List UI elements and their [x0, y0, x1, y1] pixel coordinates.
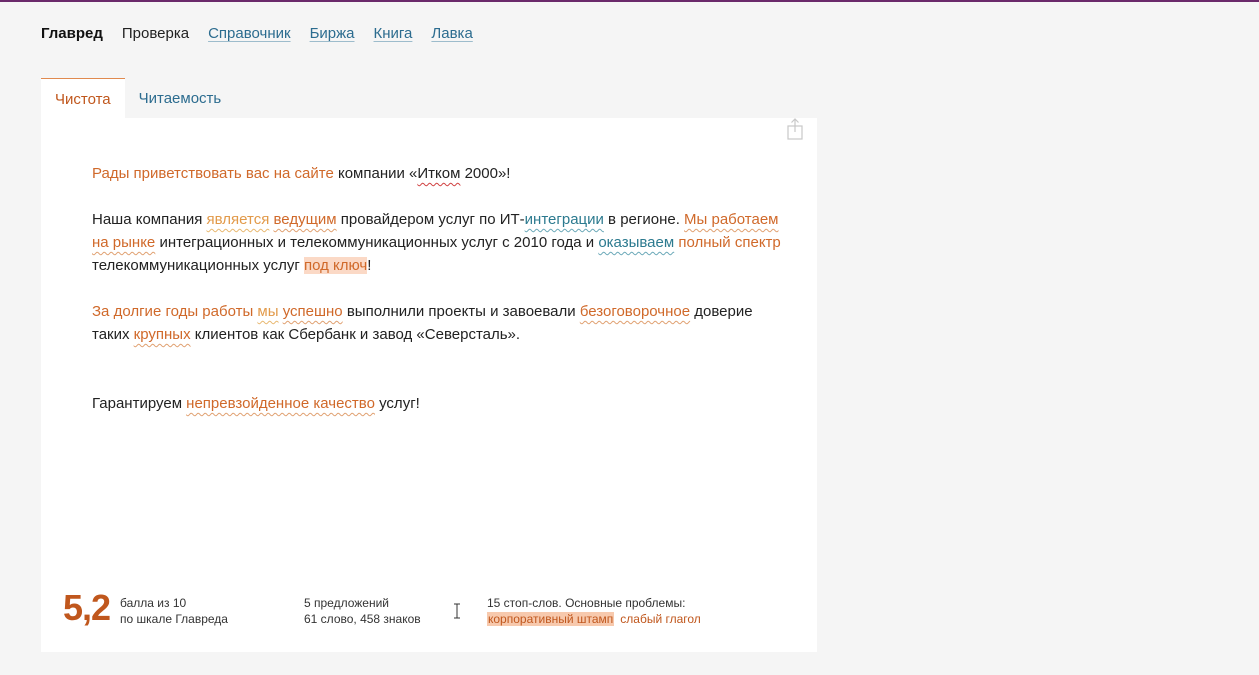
score-caption-line2: по шкале Главреда [120, 612, 228, 626]
spelling-flag[interactable]: Итком [417, 165, 460, 182]
text-cursor-icon [454, 603, 460, 619]
stopword-count: 15 стоп-слов. Основные проблемы: [487, 596, 686, 610]
score-value: 5,2 [63, 587, 111, 628]
text-fragment: компании « [333, 165, 418, 182]
text-fragment: 2000»! [460, 165, 511, 182]
highlighted-phrase[interactable]: под ключ [303, 257, 368, 274]
nav-item-spravochnik[interactable]: Справочник [208, 25, 291, 43]
text-fragment: Наша компания [92, 211, 207, 228]
text-fragment: в регионе. [603, 211, 685, 228]
text-editor[interactable]: Рады приветствовать вас на сайте компани… [41, 118, 817, 652]
paragraph-2: Наша компания является ведущим провайдер… [92, 208, 782, 277]
text-counts: 5 предложений 61 слово, 458 знаков [304, 595, 421, 627]
tab-chitaemost[interactable]: Читаемость [125, 78, 236, 118]
top-nav: Главред Проверка Справочник Биржа Книга … [41, 25, 492, 43]
score-caption-line1: балла из 10 [120, 596, 187, 610]
problem-tag-corporate[interactable]: корпоративный штамп [487, 612, 615, 626]
flagged-word[interactable]: является [207, 211, 270, 228]
top-border [0, 0, 1259, 2]
score-caption: балла из 10 по шкале Главреда [120, 595, 228, 627]
text-fragment: выполнили проекты и завоевали [342, 303, 580, 320]
editor-text[interactable]: Рады приветствовать вас на сайте компани… [92, 162, 782, 438]
flagged-word[interactable]: интеграции [525, 211, 604, 228]
flagged-word[interactable]: мы [257, 303, 278, 320]
flagged-word[interactable]: ведущим [274, 211, 337, 228]
text-fragment: Гарантируем [92, 395, 187, 412]
nav-item-lavka[interactable]: Лавка [431, 25, 472, 43]
text-fragment: клиентов как Сбербанк и завод «Северстал… [190, 326, 521, 343]
nav-item-glavred[interactable]: Главред [41, 25, 103, 43]
text-fragment: провайдером услуг по ИТ- [336, 211, 525, 228]
nav-item-proverka[interactable]: Проверка [122, 25, 189, 43]
problem-tag-weak-verb[interactable]: слабый глагол [620, 612, 701, 626]
text-fragment: интеграционных и телекоммуникационных ус… [155, 234, 599, 251]
text-fragment: телекоммуникационных услуг [92, 257, 304, 274]
share-icon[interactable] [787, 118, 803, 140]
nav-item-kniga[interactable]: Книга [374, 25, 413, 43]
flagged-phrase[interactable]: непревзойденное качество [186, 395, 375, 412]
tab-chistota[interactable]: Чистота [41, 78, 125, 118]
text-fragment: ! [367, 257, 372, 274]
flagged-word[interactable]: крупных [134, 326, 191, 343]
word-count: 61 слово, 458 знаков [304, 612, 421, 626]
mode-tabs: Чистота Читаемость [41, 78, 235, 118]
problems-summary: 15 стоп-слов. Основные проблемы: корпора… [487, 595, 701, 627]
paragraph-4: Гарантируем непревзойденное качество усл… [92, 392, 782, 415]
flagged-word[interactable]: успешно [283, 303, 343, 320]
sentence-count: 5 предложений [304, 596, 390, 610]
flagged-phrase[interactable]: Рады приветствовать вас на сайте [92, 165, 334, 182]
paragraph-1: Рады приветствовать вас на сайте компани… [92, 162, 782, 185]
flagged-word[interactable]: оказываем [598, 234, 674, 251]
text-fragment: услуг! [374, 395, 420, 412]
flagged-phrase[interactable]: За долгие годы работы [92, 303, 253, 320]
flagged-word[interactable]: безоговорочное [580, 303, 690, 320]
nav-item-birzha[interactable]: Биржа [310, 25, 355, 43]
paragraph-3: За долгие годы работы мы успешно выполни… [92, 300, 782, 346]
flagged-phrase[interactable]: полный спектр [678, 234, 780, 251]
